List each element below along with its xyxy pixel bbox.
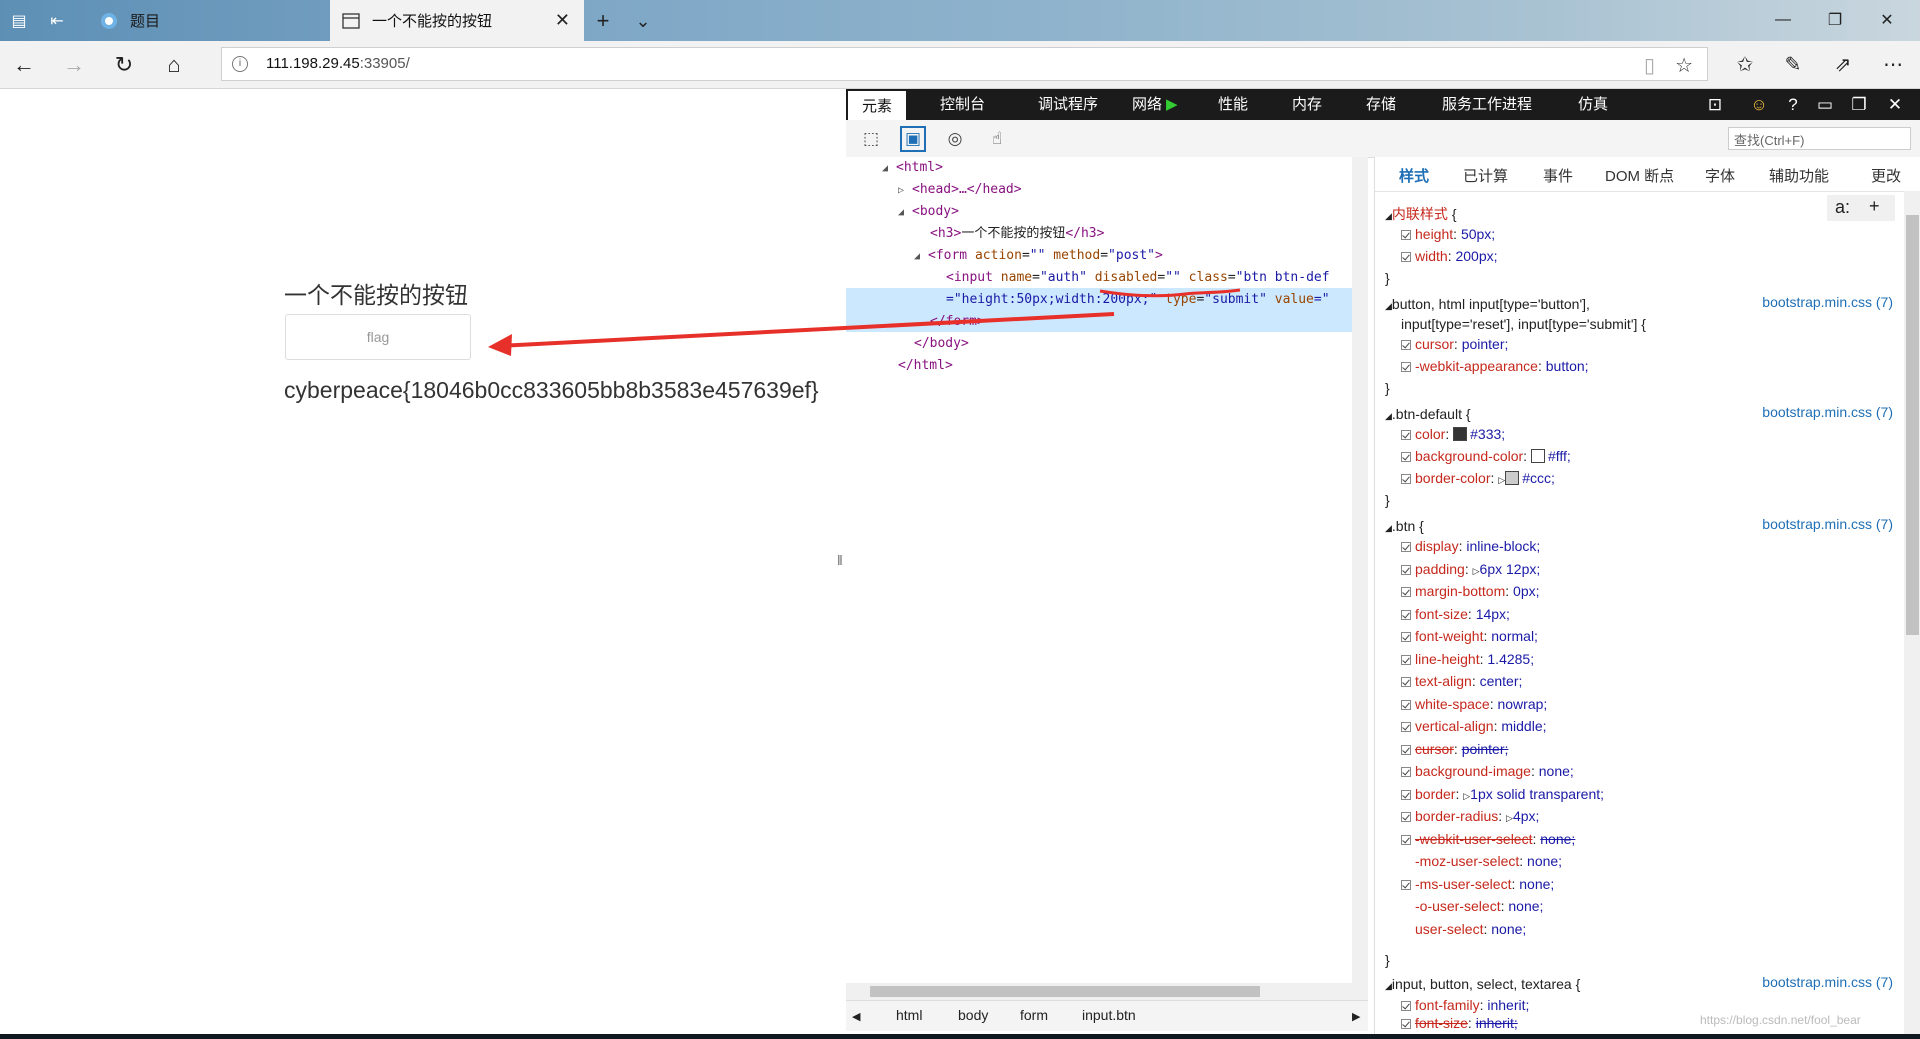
- watermark: https://blog.csdn.net/fool_bear: [1700, 1013, 1861, 1027]
- annotation-arrow-head-icon: [488, 334, 512, 356]
- annotation-underline: [1099, 288, 1241, 298]
- annotation-arrow-line: [497, 312, 1115, 348]
- annotation-overlay: [488, 288, 1241, 356]
- taskbar: [0, 1034, 1920, 1039]
